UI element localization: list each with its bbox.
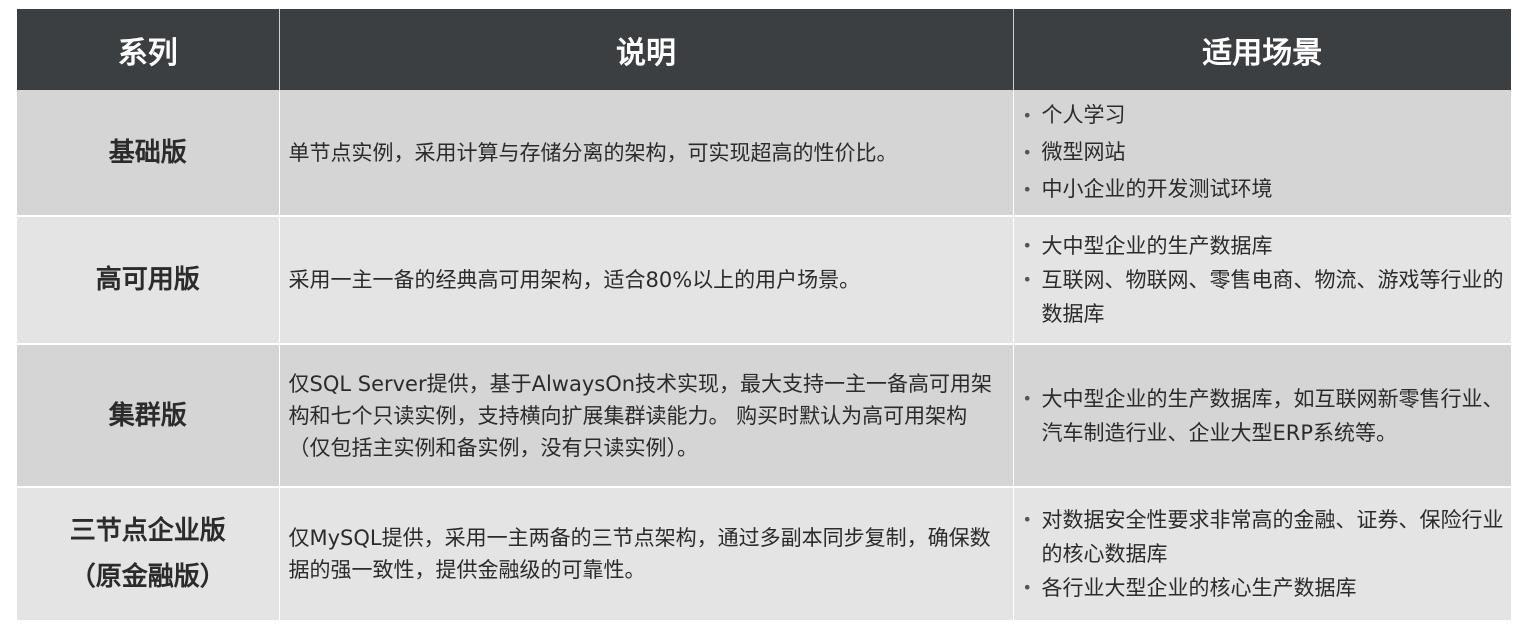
- scenario-text: 中小企业的开发测试环境: [1041, 177, 1273, 201]
- series-name: 三节点企业版: [69, 516, 226, 546]
- scenario-item: • 微型网站: [1022, 134, 1508, 171]
- scenario-list: • 大中型企业的生产数据库 • 互联网、物联网、零售电商、物流、游戏等行业的数据库: [1022, 229, 1508, 331]
- scenario-text: 大中型企业的生产数据库: [1041, 234, 1273, 258]
- scenario-text: 互联网、物联网、零售电商、物流、游戏等行业的数据库: [1041, 268, 1504, 326]
- scenario-item: • 大中型企业的生产数据库: [1022, 229, 1508, 263]
- scenario-list: • 大中型企业的生产数据库，如互联网新零售行业、汽车制造行业、企业大型ERP系统等…: [1022, 382, 1508, 450]
- series-name: 集群版: [108, 400, 187, 431]
- scenario-item: • 对数据安全性要求非常高的金融、证券、保险行业的核心数据库: [1022, 503, 1508, 571]
- series-subname: （原金融版）: [69, 562, 226, 592]
- bullet-icon: •: [1022, 510, 1032, 529]
- description-cell: 采用一主一备的经典高可用架构，适合80%以上的用户场景。: [279, 216, 1014, 345]
- scenarios-cell: • 对数据安全性要求非常高的金融、证券、保险行业的核心数据库 • 各行业大型企业的核…: [1013, 487, 1511, 622]
- scenario-text: 微型网站: [1041, 140, 1126, 164]
- scenarios-cell: • 大中型企业的生产数据库，如互联网新零售行业、汽车制造行业、企业大型ERP系统等…: [1013, 344, 1511, 488]
- scenario-text: 对数据安全性要求非常高的金融、证券、保险行业的核心数据库: [1041, 508, 1504, 566]
- table-row: 三节点企业版 （原金融版） 仅MySQL提供，采用一主两备的三节点架构，通过多副…: [17, 487, 1511, 622]
- bullet-icon: •: [1022, 180, 1032, 199]
- bullet-icon: •: [1022, 143, 1032, 162]
- series-name: 基础版: [108, 137, 187, 168]
- series-cell: 集群版: [17, 344, 280, 488]
- bullet-icon: •: [1022, 236, 1032, 255]
- scenario-item: • 互联网、物联网、零售电商、物流、游戏等行业的数据库: [1022, 263, 1508, 331]
- bullet-icon: •: [1022, 578, 1032, 597]
- series-cell: 高可用版: [17, 216, 280, 345]
- scenario-text: 大中型企业的生产数据库，如互联网新零售行业、汽车制造行业、企业大型ERP系统等。: [1041, 386, 1504, 445]
- scenario-item: • 大中型企业的生产数据库，如互联网新零售行业、汽车制造行业、企业大型ERP系统等…: [1022, 382, 1508, 450]
- bullet-icon: •: [1022, 388, 1032, 408]
- header-description: 说明: [279, 9, 1014, 90]
- scenario-list: • 个人学习 • 微型网站 • 中小企业的开发测试环境: [1022, 97, 1508, 208]
- bullet-icon: •: [1022, 270, 1032, 289]
- header-series: 系列: [17, 9, 280, 90]
- series-cell: 三节点企业版 （原金融版）: [17, 487, 280, 622]
- table-header-row: 系列 说明 适用场景: [17, 9, 1511, 90]
- table-row: 基础版 单节点实例，采用计算与存储分离的架构，可实现超高的性价比。 • 个人学习 …: [17, 90, 1511, 217]
- scenario-text: 各行业大型企业的核心生产数据库: [1041, 576, 1357, 600]
- description-cell: 仅SQL Server提供，基于AlwaysOn技术实现，最大支持一主一备高可用…: [279, 344, 1014, 488]
- scenario-list: • 对数据安全性要求非常高的金融、证券、保险行业的核心数据库 • 各行业大型企业的核…: [1022, 503, 1508, 605]
- table-row: 集群版 仅SQL Server提供，基于AlwaysOn技术实现，最大支持一主一…: [17, 344, 1511, 488]
- description-cell: 单节点实例，采用计算与存储分离的架构，可实现超高的性价比。: [279, 90, 1014, 217]
- table-row: 高可用版 采用一主一备的经典高可用架构，适合80%以上的用户场景。 • 大中型企业…: [17, 216, 1511, 345]
- scenario-item: • 各行业大型企业的核心生产数据库: [1022, 571, 1508, 605]
- description-cell: 仅MySQL提供，采用一主两备的三节点架构，通过多副本同步复制，确保数据的强一致…: [279, 487, 1014, 622]
- series-name: 高可用版: [95, 265, 200, 295]
- header-scenarios: 适用场景: [1013, 9, 1511, 90]
- bullet-icon: •: [1022, 106, 1032, 125]
- scenarios-cell: • 个人学习 • 微型网站 • 中小企业的开发测试环境: [1013, 90, 1511, 217]
- editions-table-container: 系列 说明 适用场景 基础版 单节点实例，采用计算与存储分离的架构，可实现超高的…: [17, 9, 1511, 622]
- editions-table: 系列 说明 适用场景 基础版 单节点实例，采用计算与存储分离的架构，可实现超高的…: [17, 9, 1511, 622]
- scenario-text: 个人学习: [1041, 103, 1126, 127]
- scenario-item: • 中小企业的开发测试环境: [1022, 171, 1508, 208]
- scenario-item: • 个人学习: [1022, 97, 1508, 134]
- scenarios-cell: • 大中型企业的生产数据库 • 互联网、物联网、零售电商、物流、游戏等行业的数据库: [1013, 216, 1511, 345]
- series-cell: 基础版: [17, 90, 280, 217]
